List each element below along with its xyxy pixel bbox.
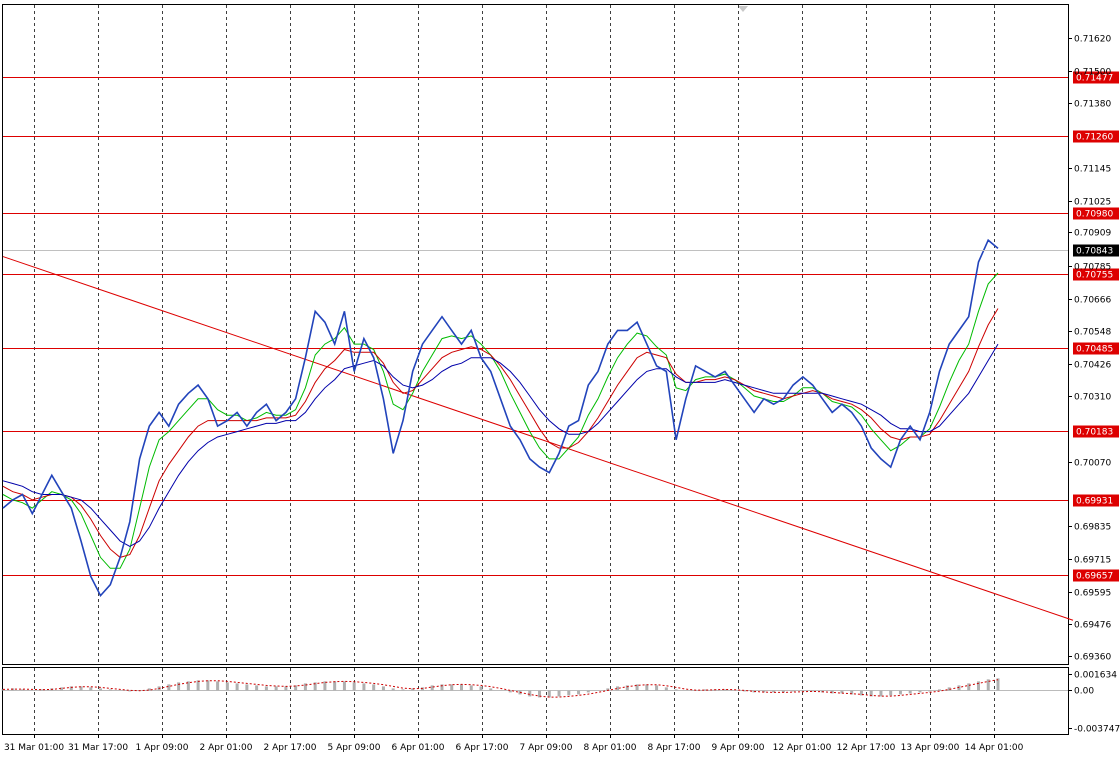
price-tick-label: 0.70666: [1074, 296, 1111, 306]
price-tick-label: 0.70426: [1074, 361, 1111, 371]
oscillator-tick-label: 0.00: [1074, 687, 1094, 697]
level-tag-label: 0.71260: [1076, 133, 1113, 143]
time-tick-label: 14 Apr 01:00: [965, 743, 1024, 753]
time-tick-label: 2 Apr 01:00: [200, 743, 253, 753]
current-price-label: 0.70843: [1076, 247, 1113, 257]
time-tick-label: 8 Apr 17:00: [648, 743, 701, 753]
price-tick-label: 0.71380: [1074, 100, 1111, 110]
forex-chart: 0.71477 0.71260 0.70980 0.70755 0.70485 0.701…: [0, 0, 1120, 758]
level-tag-label: 0.70183: [1076, 428, 1113, 438]
price-tick-label: 0.69476: [1074, 621, 1111, 631]
time-tick-label: 1 Apr 09:00: [136, 743, 189, 753]
time-tick-label: 6 Apr 17:00: [456, 743, 509, 753]
price-tick-label: 0.70070: [1074, 459, 1111, 469]
time-tick-label: 12 Apr 01:00: [773, 743, 832, 753]
price-tick-label: 0.69360: [1074, 653, 1111, 663]
time-tick-label: 9 Apr 09:00: [712, 743, 765, 753]
oscillator-tick-label: 0.001634: [1074, 671, 1117, 681]
level-tag-label: 0.69657: [1076, 572, 1113, 582]
level-tag-label: 0.70485: [1076, 345, 1113, 355]
time-tick-label: 5 Apr 09:00: [328, 743, 381, 753]
time-tick-label: 12 Apr 17:00: [837, 743, 896, 753]
price-tick-label: 0.69835: [1074, 523, 1111, 533]
price-tick-label: 0.70548: [1074, 328, 1111, 338]
time-tick-label: 13 Apr 09:00: [901, 743, 960, 753]
price-tick-label: 0.71500: [1074, 68, 1111, 78]
chart-canvas: 0.714770.712600.709800.707550.704850.701…: [0, 0, 1120, 758]
time-tick-label: 6 Apr 01:00: [392, 743, 445, 753]
time-tick-label: 8 Apr 01:00: [584, 743, 637, 753]
price-tick-label: 0.70310: [1074, 393, 1111, 403]
price-tick-label: 0.71145: [1074, 165, 1111, 175]
chart-background: [0, 0, 1120, 758]
level-tag-label: 0.70980: [1076, 210, 1113, 220]
level-tag-label: 0.69931: [1076, 497, 1113, 507]
oscillator-tick-label: -0.003747: [1074, 725, 1120, 735]
time-tick-label: 31 Mar 17:00: [68, 743, 128, 753]
price-tick-label: 0.69715: [1074, 556, 1111, 566]
time-tick-label: 7 Apr 09:00: [520, 743, 573, 753]
price-tick-label: 0.69595: [1074, 589, 1111, 599]
price-tick-label: 0.70785: [1074, 263, 1111, 273]
price-tick-label: 0.71025: [1074, 198, 1111, 208]
price-tick-label: 0.71620: [1074, 35, 1111, 45]
price-tick-label: 0.70909: [1074, 229, 1111, 239]
time-tick-label: 31 Mar 01:00: [4, 743, 64, 753]
time-tick-label: 2 Apr 17:00: [264, 743, 317, 753]
